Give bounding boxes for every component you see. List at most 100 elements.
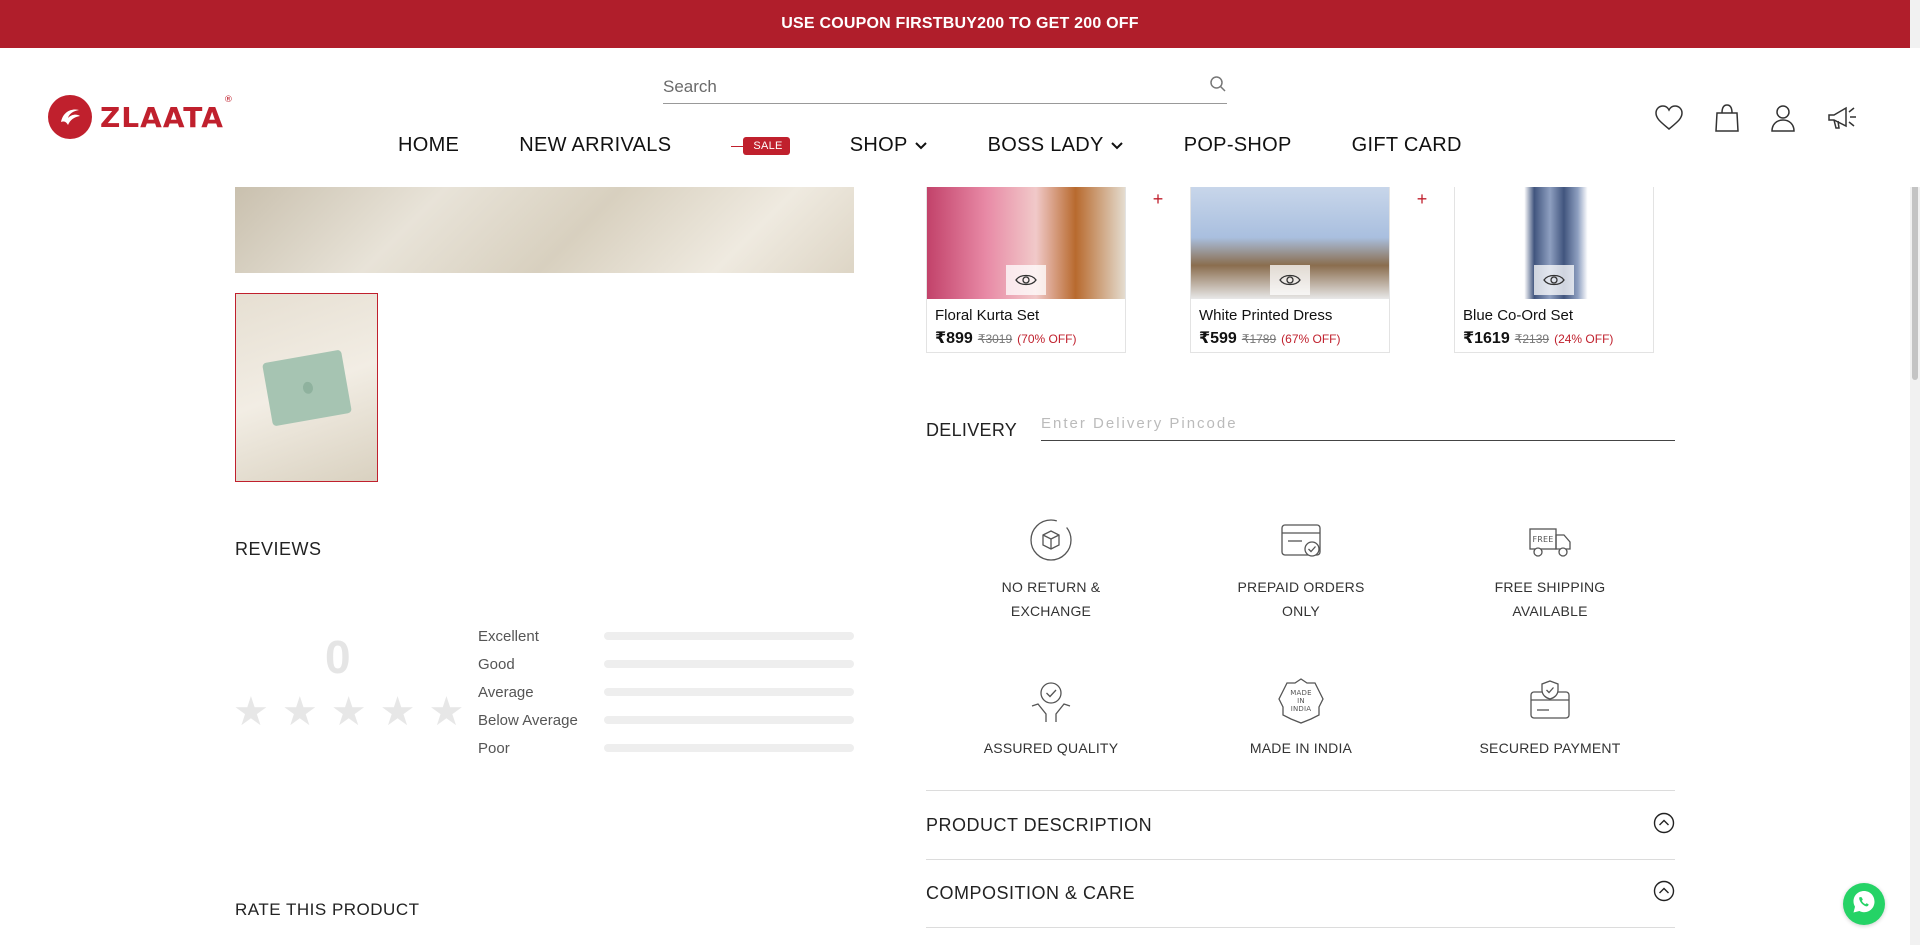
whatsapp-icon <box>1851 889 1877 920</box>
user-icon[interactable] <box>1770 103 1796 138</box>
rating-row: Excellent <box>478 622 854 650</box>
nav-home[interactable]: HOME <box>398 134 459 157</box>
rating-row: Average <box>478 678 854 706</box>
rating-score: 0 <box>325 631 351 683</box>
brand-logo[interactable]: ZLAATA ® <box>48 95 233 139</box>
feature-quality: ASSURED QUALITY <box>926 676 1176 760</box>
product-price: ₹899 ₹3019 (70% OFF) <box>935 330 1077 347</box>
product-card[interactable]: Blue Co-Ord Set ₹1619 ₹2139 (24% OFF) <box>1454 187 1654 353</box>
rating-row: Below Average <box>478 706 854 734</box>
product-price: ₹1619 ₹2139 (24% OFF) <box>1463 330 1614 347</box>
rating-breakdown: Excellent Good Average Below Average Poo… <box>478 622 854 762</box>
whatsapp-chat-button[interactable] <box>1843 883 1885 925</box>
quick-view-icon[interactable] <box>1534 265 1574 295</box>
search-icon[interactable] <box>1209 75 1227 98</box>
nav-boss-lady[interactable]: BOSS LADY <box>988 134 1124 157</box>
promo-text: USE COUPON FIRSTBUY200 TO GET 200 OFF <box>781 15 1139 32</box>
made-in-india-icon: MADE IN INDIA <box>1276 676 1326 726</box>
delivery-section: DELIVERY Enter Delivery Pincode <box>926 415 1675 441</box>
header-actions <box>1654 103 1860 138</box>
chevron-up-circle-icon[interactable] <box>1653 880 1675 907</box>
reviews-title: REVIEWS <box>235 539 322 559</box>
bird-logo-icon <box>48 95 92 139</box>
rating-stars: ★ ★ ★ ★ ★ <box>233 692 464 732</box>
add-bundle-icon[interactable]: + <box>1146 187 1170 211</box>
feature-line2: EXCHANGE <box>1010 603 1092 619</box>
nav-shop[interactable]: SHOP <box>850 134 928 157</box>
chevron-up-circle-icon[interactable] <box>1653 812 1675 839</box>
box-return-icon <box>1026 515 1076 565</box>
accordion-product-description[interactable]: PRODUCT DESCRIPTION <box>926 790 1675 859</box>
product-accordion: PRODUCT DESCRIPTION COMPOSITION & CARE <box>926 790 1675 928</box>
product-main-image <box>235 187 854 273</box>
accordion-composition-care[interactable]: COMPOSITION & CARE <box>926 859 1675 928</box>
truck-icon: FREE <box>1525 515 1575 565</box>
chevron-down-icon <box>914 134 928 157</box>
feature-line1: MADE IN INDIA <box>1249 740 1353 756</box>
star-icon: ★ <box>281 690 318 734</box>
feature-secure-payment: SECURED PAYMENT <box>1425 676 1675 760</box>
feature-line1: SECURED PAYMENT <box>1479 740 1621 756</box>
feature-no-return: NO RETURN & EXCHANGE <box>926 515 1176 623</box>
product-card[interactable]: Floral Kurta Set ₹899 ₹3019 (70% OFF) <box>926 187 1126 353</box>
nav-new-arrivals[interactable]: NEW ARRIVALS <box>519 134 671 157</box>
rating-label: Good <box>478 655 515 673</box>
rating-label: Excellent <box>478 627 539 645</box>
heart-icon[interactable] <box>1654 104 1684 137</box>
promo-banner: USE COUPON FIRSTBUY200 TO GET 200 OFF <box>0 0 1920 48</box>
card-check-icon <box>1276 515 1326 565</box>
rating-row: Good <box>478 650 854 678</box>
badge-india-text: INDIA <box>1291 705 1312 713</box>
star-icon: ★ <box>233 690 269 734</box>
quick-view-icon[interactable] <box>1270 265 1310 295</box>
accordion-label: PRODUCT DESCRIPTION <box>926 814 1153 835</box>
rating-bar <box>604 632 854 640</box>
rating-bar <box>604 688 854 696</box>
delivery-label: DELIVERY <box>926 420 1018 440</box>
search-placeholder: Search <box>663 76 717 96</box>
chevron-down-icon <box>1110 134 1124 157</box>
feature-line2: ONLY <box>1282 603 1320 619</box>
product-name: Blue Co-Ord Set <box>1463 307 1574 324</box>
search-input[interactable]: Search <box>663 70 1227 104</box>
feature-line1: PREPAID ORDERS <box>1237 579 1365 595</box>
product-name: Floral Kurta Set <box>935 307 1040 324</box>
nav-pop-shop[interactable]: POP-SHOP <box>1184 134 1292 157</box>
secure-card-icon <box>1525 676 1575 726</box>
add-bundle-icon[interactable]: + <box>1410 187 1434 211</box>
truck-free-text: FREE <box>1532 535 1553 544</box>
product-image <box>1455 187 1653 299</box>
quality-badge-icon <box>1026 676 1076 726</box>
nav-gift-card[interactable]: GIFT CARD <box>1352 134 1462 157</box>
badge-in-text: IN <box>1297 697 1305 705</box>
rating-label: Average <box>478 683 534 701</box>
megaphone-icon[interactable] <box>1826 104 1860 137</box>
rate-product-title: RATE THIS PRODUCT <box>235 900 420 919</box>
pincode-input[interactable]: Enter Delivery Pincode <box>1041 415 1675 441</box>
product-price: ₹599 ₹1789 (67% OFF) <box>1199 330 1341 347</box>
brand-name: ZLAATA <box>100 100 224 134</box>
feature-prepaid: PREPAID ORDERS ONLY <box>1176 515 1426 623</box>
product-thumbnail[interactable] <box>235 293 378 482</box>
bag-icon[interactable] <box>1714 103 1740 138</box>
quick-view-icon[interactable] <box>1006 265 1046 295</box>
related-products: Floral Kurta Set ₹899 ₹3019 (70% OFF) + Wh… <box>926 187 1656 354</box>
rating-bar <box>604 716 854 724</box>
feature-made-in-india: MADE IN INDIA MADE IN INDIA <box>1176 676 1426 760</box>
product-image <box>1191 187 1389 299</box>
product-card[interactable]: White Printed Dress ₹599 ₹1789 (67% OFF) <box>1190 187 1390 353</box>
pouch-image <box>261 349 352 426</box>
rating-bar <box>604 660 854 668</box>
feature-line2: AVAILABLE <box>1512 603 1588 619</box>
feature-line1: ASSURED QUALITY <box>983 740 1119 756</box>
scrollbar-thumb[interactable] <box>1912 175 1918 380</box>
rating-bar <box>604 744 854 752</box>
star-icon: ★ <box>330 690 367 734</box>
sale-tag: SALE <box>731 136 790 155</box>
feature-free-shipping: FREE FREE SHIPPING AVAILABLE <box>1425 515 1675 623</box>
accordion-label: COMPOSITION & CARE <box>926 883 1136 903</box>
rating-label: Below Average <box>478 711 578 729</box>
product-name: White Printed Dress <box>1199 307 1333 324</box>
nav-sale[interactable]: SALE <box>731 136 790 155</box>
site-header: ZLAATA ® Search HOME NEW ARRIVALS SALE SH… <box>0 48 1920 187</box>
